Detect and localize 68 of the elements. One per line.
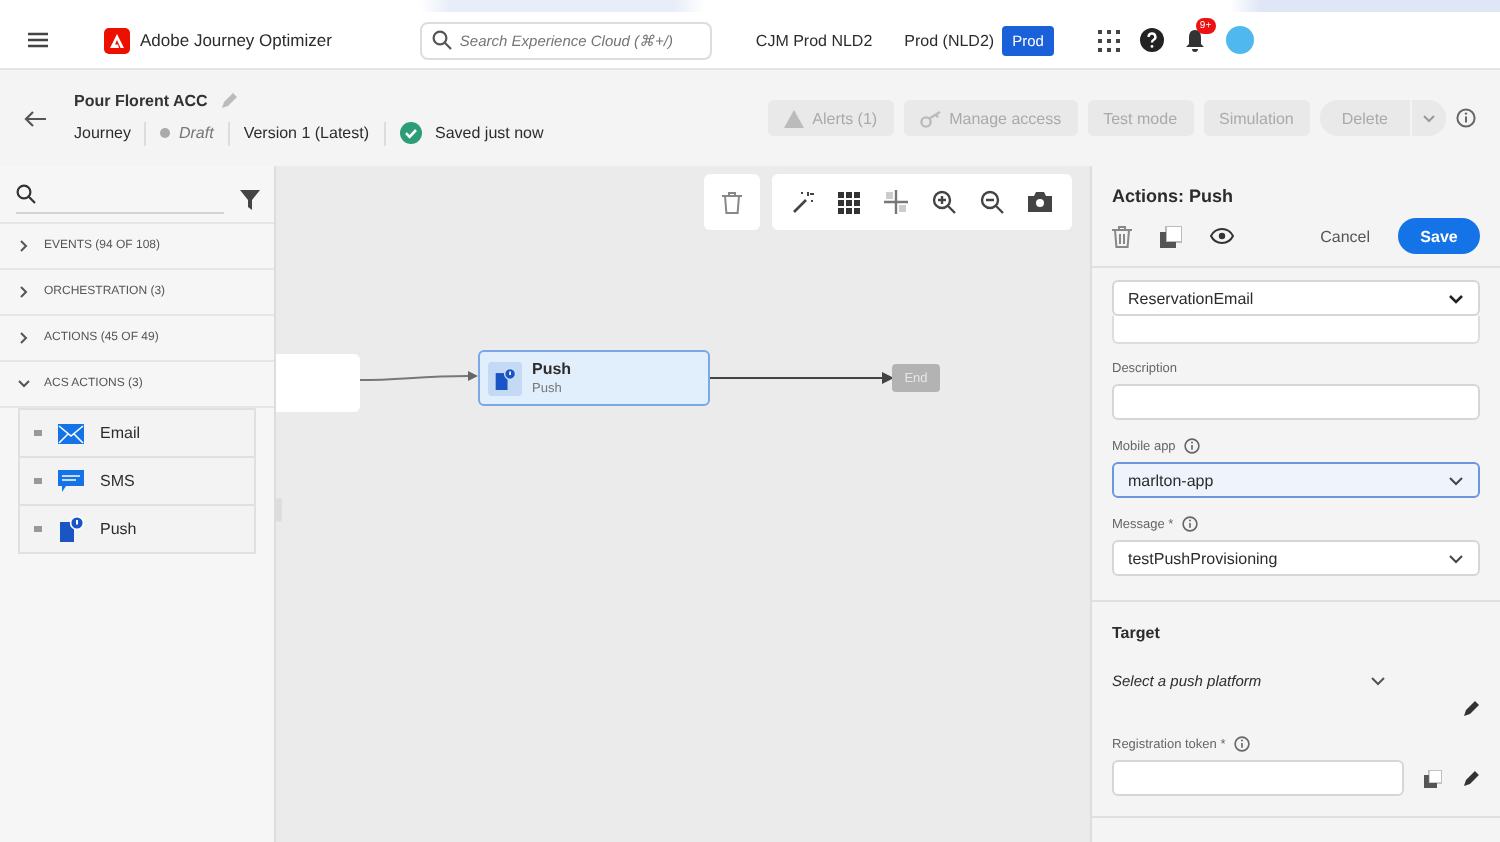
bell-icon[interactable]: [1183, 28, 1206, 52]
palette-item[interactable]: Push: [18, 506, 256, 554]
trash-icon: [722, 191, 742, 213]
help-icon[interactable]: [1139, 28, 1164, 52]
chevron-right-icon: [18, 332, 30, 344]
search-icon: [16, 184, 36, 204]
chevron-down-icon: [1448, 475, 1464, 485]
chevron-right-icon: [18, 286, 30, 298]
journey-type: Journey: [74, 124, 131, 142]
panel-title: Actions: Push: [1112, 186, 1236, 206]
phone-notification-icon: [58, 516, 84, 542]
trash-icon[interactable]: [1112, 225, 1132, 247]
node-title: Push: [532, 360, 572, 378]
delete-node-button[interactable]: [704, 174, 760, 230]
cancel-button[interactable]: Cancel: [1308, 225, 1382, 247]
palette-item[interactable]: Email: [18, 408, 256, 458]
eye-icon[interactable]: [1210, 228, 1234, 244]
status-dot-icon: [160, 128, 171, 138]
text-field[interactable]: [1112, 316, 1480, 344]
chevron-down-icon: [1448, 553, 1464, 563]
save-status: Saved just now: [435, 124, 544, 142]
chevron-down-icon: [18, 378, 30, 390]
zoom-out-icon[interactable]: [980, 190, 1004, 214]
app-logo-icon: [104, 27, 130, 53]
journey-node[interactable]: [276, 354, 360, 412]
key-icon: [919, 109, 942, 127]
phone-notification-icon: [494, 367, 516, 389]
info-icon[interactable]: [1183, 438, 1200, 454]
registration-token-field[interactable]: [1112, 760, 1405, 796]
chevron-down-icon: [1422, 113, 1436, 123]
search-icon: [431, 30, 452, 50]
pencil-icon[interactable]: [1462, 769, 1480, 787]
chat-bubble-icon: [58, 470, 84, 492]
section-heading: Target: [1112, 624, 1162, 642]
journey-name: Pour Florent ACC: [74, 91, 208, 109]
chevron-right-icon: [18, 240, 30, 252]
align-icon[interactable]: [884, 190, 908, 214]
info-icon[interactable]: [1456, 108, 1476, 128]
menu-icon[interactable]: [28, 32, 48, 48]
zoom-in-icon[interactable]: [932, 190, 956, 214]
info-icon[interactable]: [1233, 736, 1250, 752]
info-icon[interactable]: [1181, 516, 1198, 532]
save-button[interactable]: Save: [1398, 218, 1480, 254]
envelope-icon: [58, 423, 84, 443]
description-field[interactable]: [1112, 384, 1480, 420]
chevron-down-icon: [1448, 293, 1464, 303]
check-circle-icon: [399, 122, 422, 144]
journey-version[interactable]: Version 1 (Latest): [243, 124, 370, 142]
sandbox-name[interactable]: Prod (NLD2): [904, 31, 995, 49]
mobile-app-select[interactable]: marlton-app: [1112, 462, 1480, 498]
back-arrow-icon[interactable]: [24, 109, 46, 127]
palette-item[interactable]: SMS: [18, 458, 256, 506]
grid-icon[interactable]: [838, 191, 860, 213]
magic-wand-icon[interactable]: [792, 191, 814, 213]
action-select[interactable]: ReservationEmail: [1112, 280, 1480, 316]
pencil-icon[interactable]: [1462, 700, 1480, 718]
palette-search-field[interactable]: [16, 184, 224, 214]
message-select[interactable]: testPushProvisioning: [1112, 540, 1480, 576]
duplicate-icon[interactable]: [1424, 769, 1443, 787]
warning-icon: [784, 109, 805, 127]
chevron-down-icon: [1370, 676, 1386, 686]
filter-icon[interactable]: [240, 189, 260, 209]
org-name[interactable]: CJM Prod NLD2: [755, 31, 873, 49]
app-title: Adobe Journey Optimizer: [140, 30, 332, 50]
camera-icon[interactable]: [1028, 192, 1052, 212]
duplicate-icon[interactable]: [1160, 225, 1182, 247]
apps-grid-icon[interactable]: [1097, 29, 1120, 51]
journey-status: Draft: [178, 124, 214, 142]
